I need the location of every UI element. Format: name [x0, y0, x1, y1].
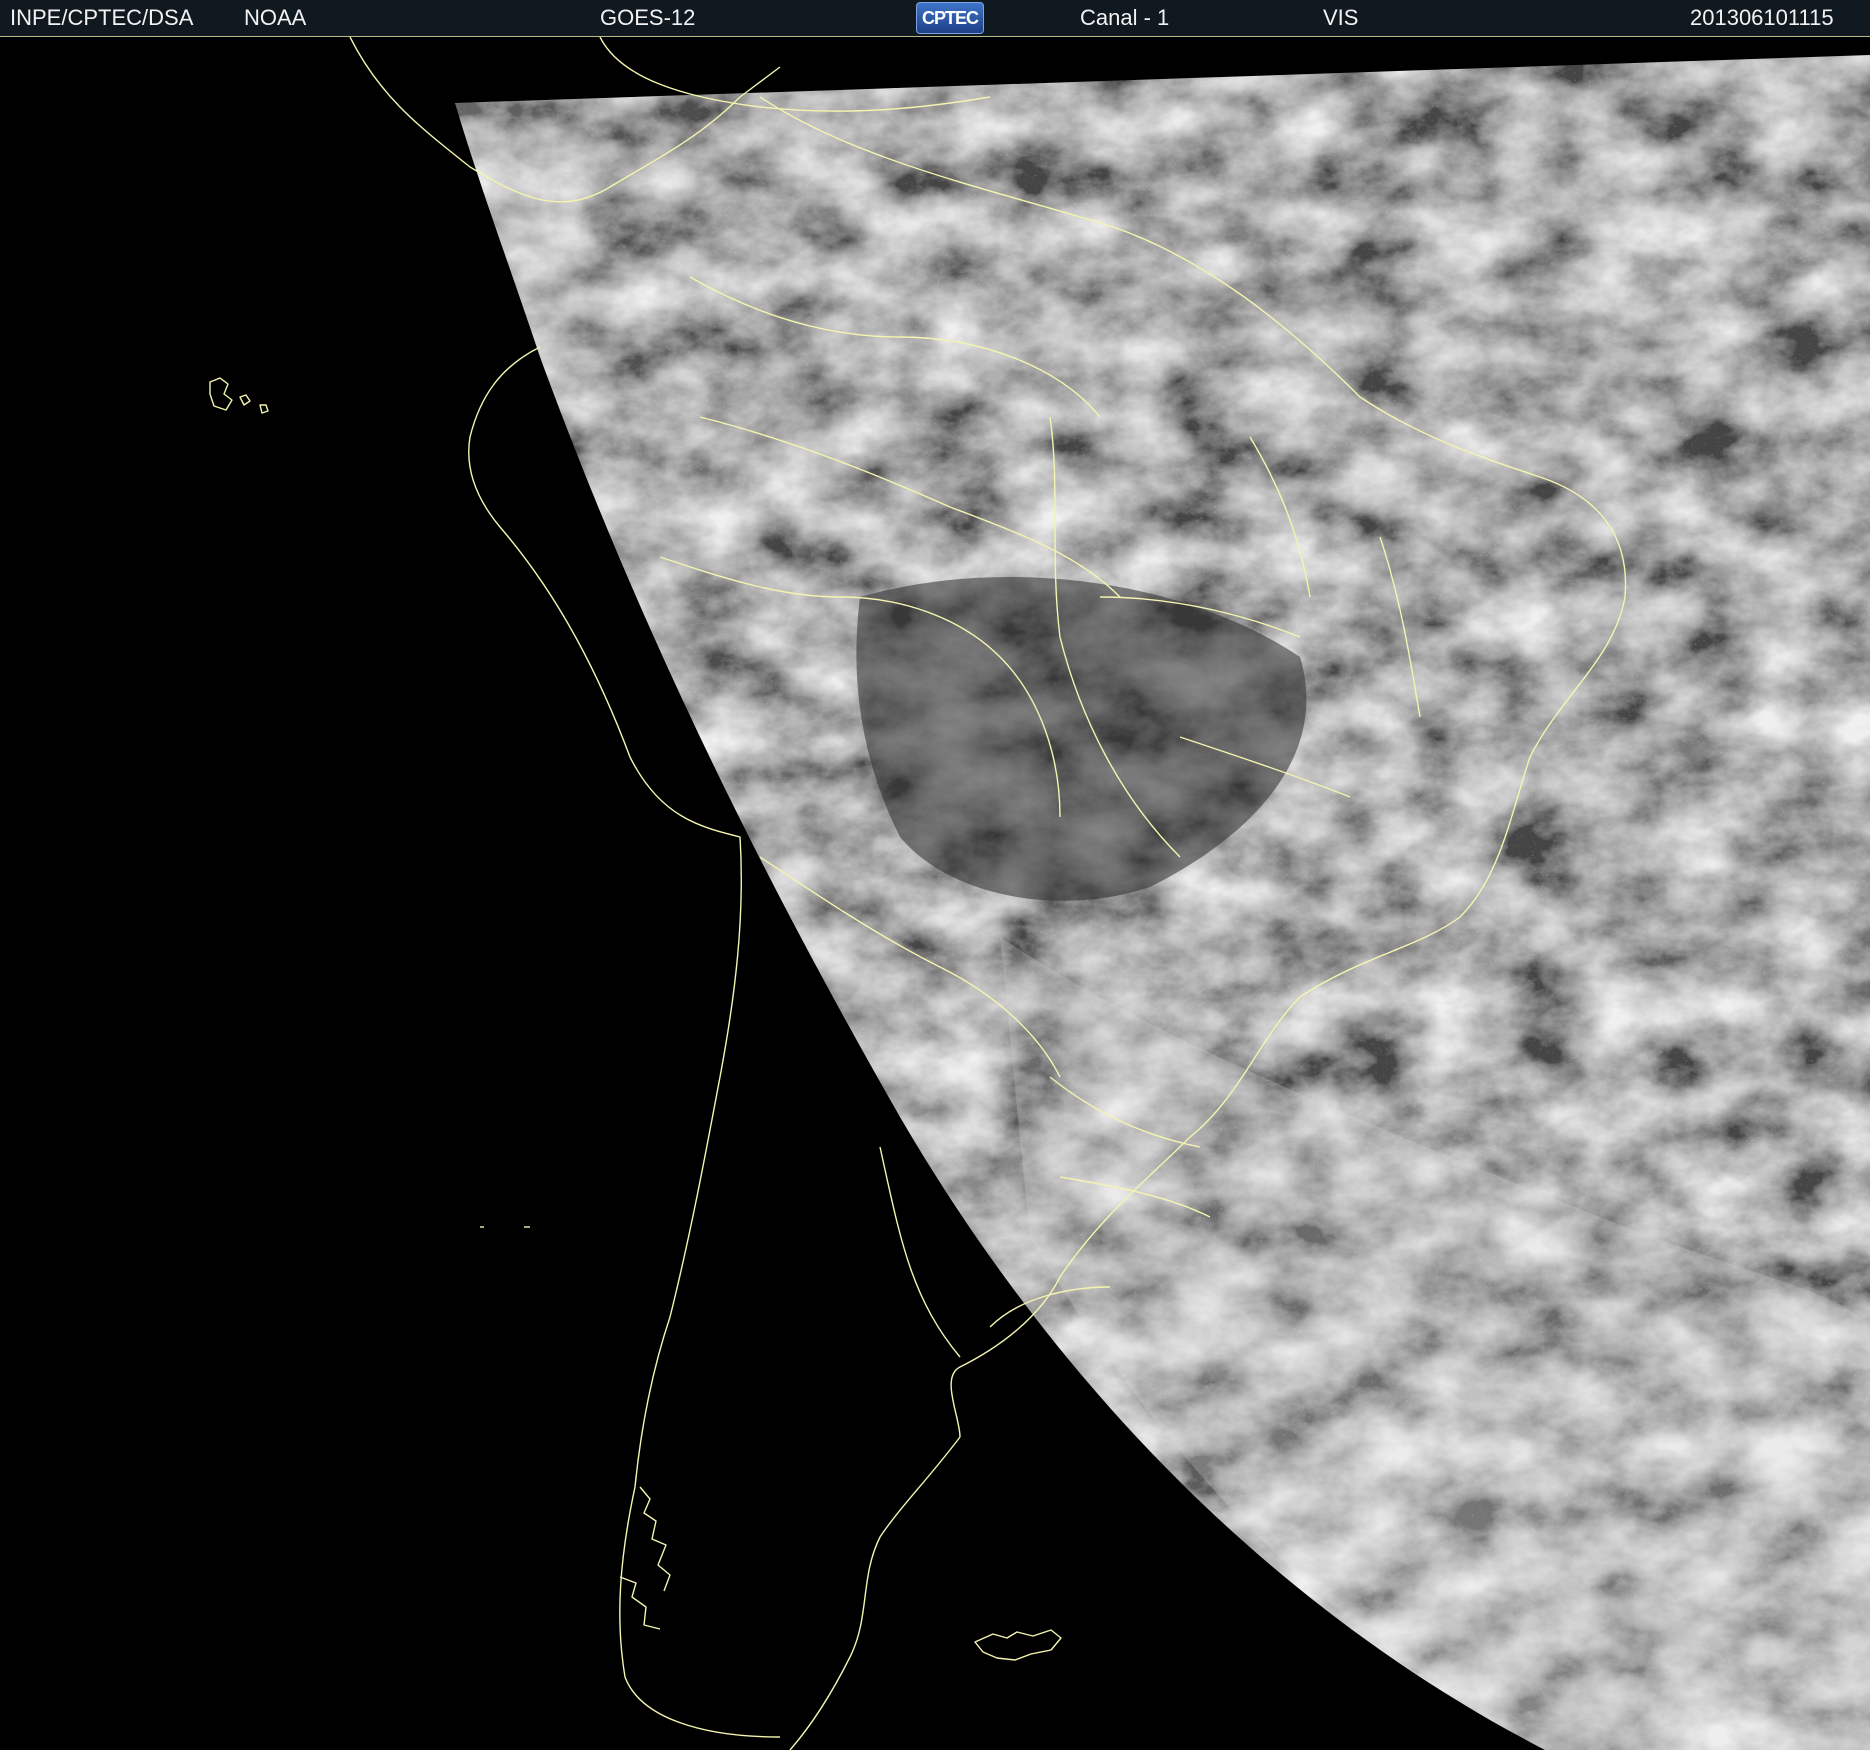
- cptec-logo-text: CPTEC: [921, 8, 979, 28]
- agency-label: NOAA: [244, 5, 307, 30]
- channel-label: Canal - 1: [1080, 5, 1170, 30]
- timestamp-label: 201306101115: [1690, 5, 1834, 30]
- satellite-imagery-disc: [455, 55, 1870, 1750]
- satellite-map: [209, 37, 1870, 1750]
- band-label: VIS: [1323, 5, 1359, 30]
- satellite-label: GOES-12: [600, 5, 696, 30]
- image-header-bar: INPE/CPTEC/DSA NOAA GOES-12 CPTEC Canal …: [0, 0, 1870, 36]
- satellite-image-frame: INPE/CPTEC/DSA NOAA GOES-12 CPTEC Canal …: [0, 0, 1870, 1750]
- cptec-logo: CPTEC: [916, 2, 984, 34]
- organization-label: INPE/CPTEC/DSA: [10, 5, 194, 30]
